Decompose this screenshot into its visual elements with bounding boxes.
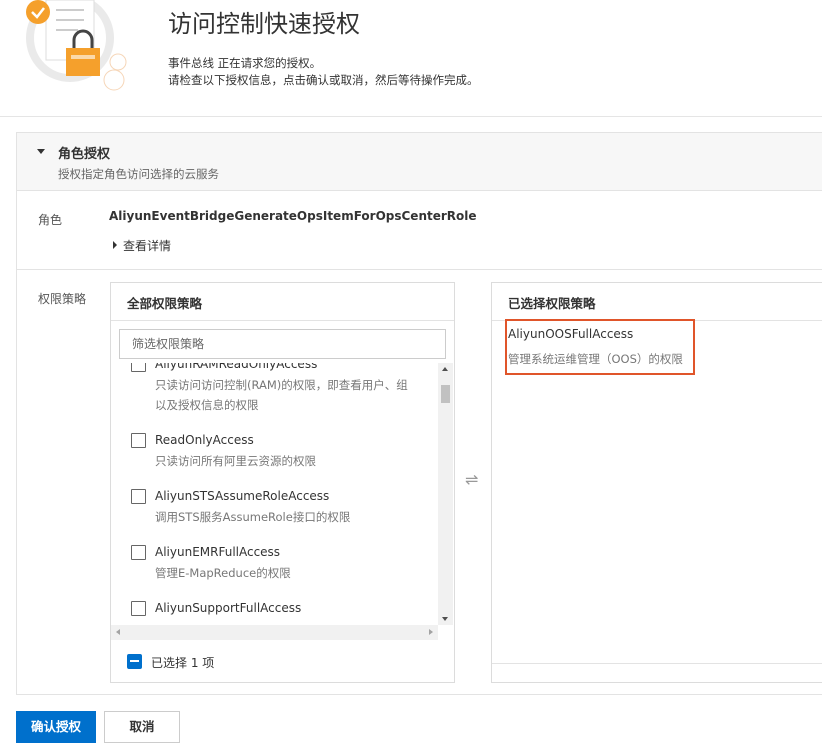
checkbox[interactable]: [131, 489, 146, 504]
instruction-text: 请检查以下授权信息，点击确认或取消，然后等待操作完成。: [168, 73, 479, 87]
policy-description: 调用STS服务AssumeRole接口的权限: [155, 510, 351, 524]
policy-description: 只读访问访问控制(RAM)的权限，即查看用户、组: [155, 378, 408, 392]
scroll-up-icon[interactable]: [442, 367, 448, 371]
policy-filter-input[interactable]: 筛选权限策略: [119, 329, 446, 359]
page-header: 访问控制快速授权 事件总线 正在请求您的授权。 请检查以下授权信息，点击确认或取…: [0, 0, 822, 117]
scroll-thumb[interactable]: [441, 385, 450, 403]
divider: [492, 663, 822, 664]
scroll-down-icon[interactable]: [442, 617, 448, 621]
role-name: AliyunEventBridgeGenerateOpsItemForOpsCe…: [109, 209, 477, 223]
policy-list[interactable]: AliyunRAMReadOnlyAccess 只读访问访问控制(RAM)的权限…: [111, 363, 454, 625]
transfer-icon: ⇌: [465, 470, 479, 489]
divider: [111, 320, 454, 321]
collapse-caret-icon[interactable]: [37, 149, 45, 154]
checkbox[interactable]: [131, 363, 146, 372]
policy-name: ReadOnlyAccess: [155, 433, 254, 447]
selected-policy-name[interactable]: AliyunOOSFullAccess: [508, 327, 633, 341]
section-header[interactable]: 角色授权 授权指定角色访问选择的云服务: [17, 133, 822, 191]
section-subtitle: 授权指定角色访问选择的云服务: [58, 167, 219, 181]
policy-name: AliyunRAMReadOnlyAccess: [155, 363, 318, 371]
checkbox[interactable]: [131, 545, 146, 560]
cancel-button[interactable]: 取消: [104, 711, 180, 743]
all-policies-title: 全部权限策略: [127, 296, 203, 311]
checkbox[interactable]: [131, 433, 146, 448]
selected-policy-description: 管理系统运维管理（OOS）的权限: [508, 352, 683, 366]
horizontal-scrollbar[interactable]: [111, 625, 438, 640]
policy-description: 只读访问所有阿里云资源的权限: [155, 454, 316, 468]
policy-description: 管理E-MapReduce的权限: [155, 566, 291, 580]
policy-name: AliyunEMRFullAccess: [155, 545, 281, 559]
expand-arrow-icon: [113, 241, 117, 249]
selected-policies-panel: 已选择权限策略 AliyunOOSFullAccess 管理系统运维管理（OOS…: [491, 282, 822, 683]
role-label: 角色: [38, 213, 63, 227]
divider: [17, 269, 822, 270]
role-authorization-card: 角色授权 授权指定角色访问选择的云服务 角色 AliyunEventBridge…: [16, 132, 822, 695]
selected-policies-title: 已选择权限策略: [508, 296, 596, 311]
confirm-authorization-button[interactable]: 确认授权: [16, 711, 96, 743]
section-title: 角色授权: [58, 147, 111, 162]
checkbox[interactable]: [131, 601, 146, 616]
view-details-label: 查看详情: [123, 239, 172, 253]
authorization-logo-icon: [26, 0, 127, 91]
policy-label: 权限策略: [38, 292, 87, 306]
all-policies-panel: 全部权限策略 筛选权限策略 AliyunRAMReadOnlyAccess 只读…: [110, 282, 455, 683]
page-title: 访问控制快速授权: [168, 10, 360, 38]
request-description: 事件总线 正在请求您的授权。: [168, 56, 322, 70]
scroll-right-icon[interactable]: [429, 629, 433, 635]
select-all-checkbox[interactable]: [127, 654, 142, 669]
scroll-left-icon[interactable]: [116, 629, 120, 635]
view-details-toggle[interactable]: 查看详情: [113, 237, 171, 254]
policy-description: 以及授权信息的权限: [155, 398, 259, 412]
policy-name: AliyunSTSAssumeRoleAccess: [155, 489, 330, 503]
policy-name: AliyunSupportFullAccess: [155, 601, 302, 615]
selected-count: 已选择 1 项: [151, 656, 215, 670]
vertical-scrollbar[interactable]: [438, 363, 453, 625]
